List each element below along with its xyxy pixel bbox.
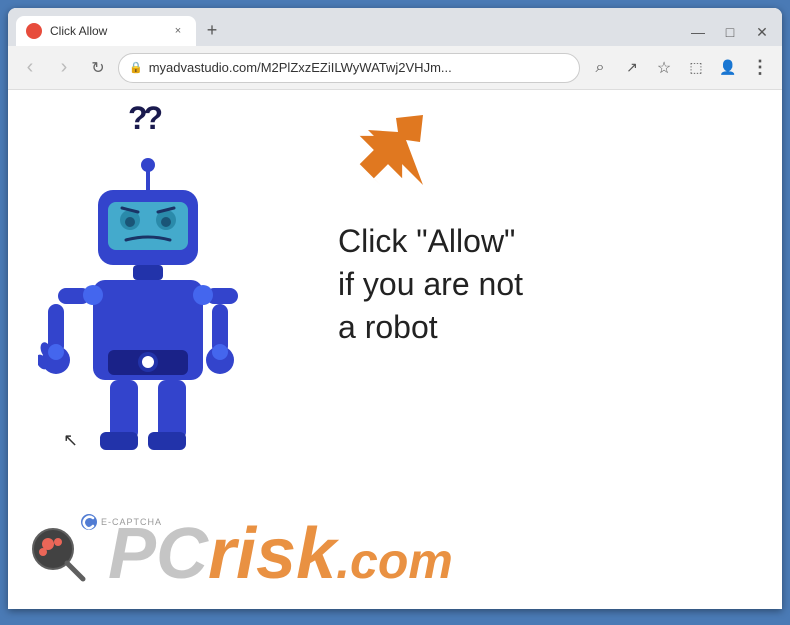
ecaptcha-badge: E-CAPTCHA: [80, 513, 162, 531]
ecaptcha-label: E-CAPTCHA: [101, 517, 162, 527]
tab-title: Click Allow: [50, 24, 162, 38]
main-text: Click "Allow" if you are not a robot: [338, 220, 523, 350]
main-text-line3: a robot: [338, 306, 523, 349]
page-content: ??: [8, 90, 782, 609]
reload-button[interactable]: ↻: [84, 54, 112, 82]
pcrisk-risk: risk: [208, 514, 336, 594]
bookmark-icon[interactable]: ☆: [650, 54, 678, 82]
window-controls: — □ ✕: [690, 24, 774, 40]
tab-close-button[interactable]: ×: [170, 23, 186, 39]
browser-tab[interactable]: Click Allow ×: [16, 16, 196, 46]
mouse-cursor: ↖: [63, 430, 78, 451]
browser-window: Click Allow × + — □ ✕ ‹ › ↻ 🔒 myadvastud…: [8, 8, 782, 609]
close-button[interactable]: ✕: [754, 24, 770, 40]
toolbar-actions: ⌕ ↗ ☆ ⬚ 👤 ⋮: [586, 54, 774, 82]
address-bar[interactable]: 🔒 myadvastudio.com/M2PlZxzEZiILWyWATwj2V…: [118, 53, 580, 83]
main-text-line2: if you are not: [338, 263, 523, 306]
main-text-line1: Click "Allow": [338, 220, 523, 263]
address-text: myadvastudio.com/M2PlZxzEZiILWyWATwj2VHJ…: [149, 60, 569, 75]
extensions-icon[interactable]: ⬚: [682, 54, 710, 82]
title-bar: Click Allow × + — □ ✕: [8, 8, 782, 46]
share-icon[interactable]: ↗: [618, 54, 646, 82]
question-marks: ??: [128, 100, 159, 137]
tab-favicon: [26, 23, 42, 39]
search-icon[interactable]: ⌕: [586, 54, 614, 82]
maximize-button[interactable]: □: [722, 24, 738, 40]
browser-toolbar: ‹ › ↻ 🔒 myadvastudio.com/M2PlZxzEZiILWyW…: [8, 46, 782, 90]
new-tab-button[interactable]: +: [198, 16, 226, 44]
pcrisk-logo-icon: [28, 524, 88, 584]
lock-icon: 🔒: [129, 61, 143, 74]
profile-icon[interactable]: 👤: [714, 54, 742, 82]
forward-button[interactable]: ›: [50, 54, 78, 82]
pcrisk-domain: .com: [336, 533, 453, 589]
minimize-button[interactable]: —: [690, 24, 706, 40]
pcrisk-watermark: E-CAPTCHA PCrisk.com: [8, 499, 782, 609]
back-button[interactable]: ‹: [16, 54, 44, 82]
menu-icon[interactable]: ⋮: [746, 54, 774, 82]
